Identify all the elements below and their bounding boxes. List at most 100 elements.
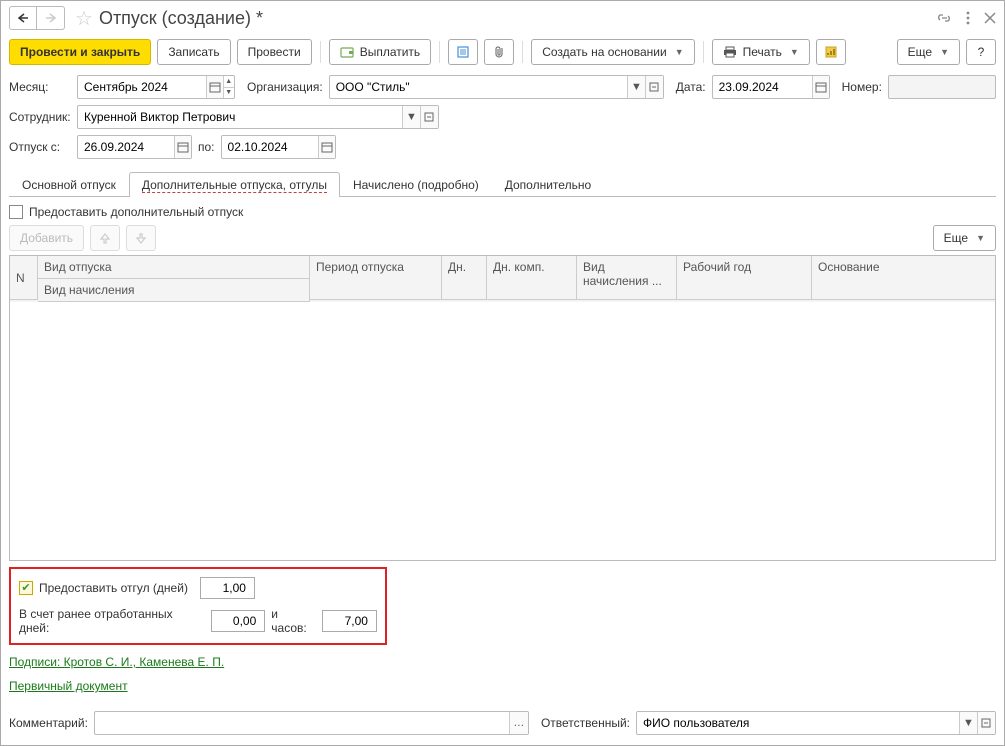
employee-input[interactable] — [78, 106, 402, 128]
from-field[interactable] — [77, 135, 192, 159]
extra-leave-checkbox[interactable] — [9, 205, 23, 219]
report-button[interactable] — [816, 39, 846, 65]
separator — [703, 41, 704, 63]
print-label: Печать — [743, 45, 782, 59]
pay-button[interactable]: Выплатить — [329, 39, 432, 65]
attachments-button[interactable] — [484, 39, 514, 65]
to-field[interactable] — [221, 135, 336, 159]
col-days-comp: Дн. комп. — [487, 256, 577, 300]
nav-buttons — [9, 6, 65, 30]
chevron-down-icon[interactable]: ▼ — [224, 88, 234, 99]
tab-additional[interactable]: Дополнительно — [492, 172, 604, 197]
number-field — [888, 75, 996, 99]
calendar-icon[interactable] — [318, 136, 335, 158]
tab-accrued[interactable]: Начислено (подробно) — [340, 172, 492, 197]
create-based-button[interactable]: Создать на основании ▼ — [531, 39, 694, 65]
add-row-button[interactable]: Добавить — [9, 225, 84, 251]
col-n: N — [10, 256, 38, 300]
link-icon[interactable] — [936, 11, 952, 25]
report-icon — [824, 45, 838, 59]
chevron-down-icon[interactable]: ▼ — [959, 712, 977, 734]
col-basis: Основание — [812, 256, 995, 300]
chevron-down-icon[interactable]: ▼ — [627, 76, 645, 98]
calendar-icon[interactable] — [174, 136, 191, 158]
nav-back-button[interactable] — [9, 6, 37, 30]
org-field[interactable]: ▼ — [329, 75, 664, 99]
printer-icon — [723, 46, 737, 58]
col-work-year: Рабочий год — [677, 256, 812, 300]
pay-label: Выплатить — [360, 45, 421, 59]
chevron-down-icon: ▼ — [976, 233, 985, 243]
tab-content: Предоставить дополнительный отпуск Добав… — [1, 197, 1004, 561]
open-icon[interactable] — [645, 76, 663, 98]
extra-leave-checkbox-row: Предоставить дополнительный отпуск — [9, 205, 996, 219]
org-input[interactable] — [330, 76, 627, 98]
chevron-down-icon: ▼ — [940, 47, 949, 57]
nav-forward-button[interactable] — [37, 6, 65, 30]
open-icon[interactable] — [977, 712, 995, 734]
table-body[interactable] — [10, 302, 995, 560]
prev-days-input[interactable] — [218, 613, 259, 629]
tab-extra-leave[interactable]: Дополнительные отпуска, отгулы — [129, 172, 340, 197]
give-dayoff-label: Предоставить отгул (дней) — [39, 581, 188, 595]
separator — [439, 41, 440, 63]
chevron-up-icon[interactable]: ▲ — [224, 76, 234, 88]
employee-label: Сотрудник: — [9, 110, 71, 124]
post-and-close-button[interactable]: Провести и закрыть — [9, 39, 151, 65]
document-window: ☆ Отпуск (создание) * Провести и закрыть… — [0, 0, 1005, 746]
month-label: Месяц: — [9, 80, 71, 94]
chevron-down-icon: ▼ — [790, 47, 799, 57]
to-input[interactable] — [222, 136, 318, 158]
move-down-button[interactable] — [126, 225, 156, 251]
dayoff-days-input[interactable] — [207, 580, 248, 596]
tab-main-leave[interactable]: Основной отпуск — [9, 172, 129, 197]
close-icon[interactable] — [984, 12, 996, 24]
more-button[interactable]: Еще ▼ — [897, 39, 960, 65]
comment-field[interactable]: … — [94, 711, 529, 735]
open-icon[interactable] — [420, 106, 438, 128]
wallet-icon — [340, 46, 354, 58]
help-button[interactable]: ? — [966, 39, 996, 65]
date-field[interactable] — [712, 75, 830, 99]
col-days: Дн. — [442, 256, 487, 300]
arrow-right-icon — [45, 13, 57, 23]
hours-field[interactable] — [322, 610, 377, 632]
primary-document-link[interactable]: Первичный документ — [9, 679, 128, 693]
month-stepper[interactable]: ▲ ▼ — [223, 76, 234, 98]
prev-days-field[interactable] — [211, 610, 266, 632]
move-up-button[interactable] — [90, 225, 120, 251]
dayoff-highlight-box: ✔ Предоставить отгул (дней) В счет ранее… — [9, 567, 387, 645]
chevron-down-icon: ▼ — [675, 47, 684, 57]
extra-leave-table[interactable]: N Вид отпуска Вид начисления Период отпу… — [9, 255, 996, 561]
table-more-button[interactable]: Еще ▼ — [933, 225, 996, 251]
show-movements-button[interactable] — [448, 39, 478, 65]
responsible-input[interactable] — [637, 712, 959, 734]
calendar-icon[interactable] — [206, 76, 222, 98]
print-button[interactable]: Печать ▼ — [712, 39, 810, 65]
hours-input[interactable] — [329, 613, 370, 629]
give-dayoff-checkbox[interactable]: ✔ — [19, 581, 33, 595]
chevron-down-icon[interactable]: ▼ — [402, 106, 420, 128]
number-input — [889, 76, 995, 98]
calendar-icon[interactable] — [812, 76, 829, 98]
hours-label: и часов: — [271, 607, 316, 635]
month-input[interactable] — [78, 76, 206, 98]
month-field[interactable]: ▲ ▼ — [77, 75, 235, 99]
signatures-link[interactable]: Подписи: Кротов С. И., Каменева Е. П. — [9, 655, 224, 669]
favorite-star-icon[interactable]: ☆ — [75, 6, 93, 31]
to-label: по: — [198, 140, 215, 154]
date-input[interactable] — [713, 76, 812, 98]
kebab-menu-icon[interactable] — [966, 11, 970, 25]
post-button[interactable]: Провести — [237, 39, 312, 65]
save-button[interactable]: Записать — [157, 39, 230, 65]
comment-input[interactable] — [95, 712, 509, 734]
paperclip-icon — [493, 45, 505, 59]
responsible-field[interactable]: ▼ — [636, 711, 996, 735]
extra-leave-checkbox-label: Предоставить дополнительный отпуск — [29, 205, 243, 219]
col-type: Вид отпуска — [38, 256, 310, 279]
ellipsis-icon[interactable]: … — [509, 712, 528, 734]
dayoff-days-field[interactable] — [200, 577, 255, 599]
titlebar: ☆ Отпуск (создание) * — [1, 1, 1004, 35]
from-input[interactable] — [78, 136, 174, 158]
employee-field[interactable]: ▼ — [77, 105, 439, 129]
